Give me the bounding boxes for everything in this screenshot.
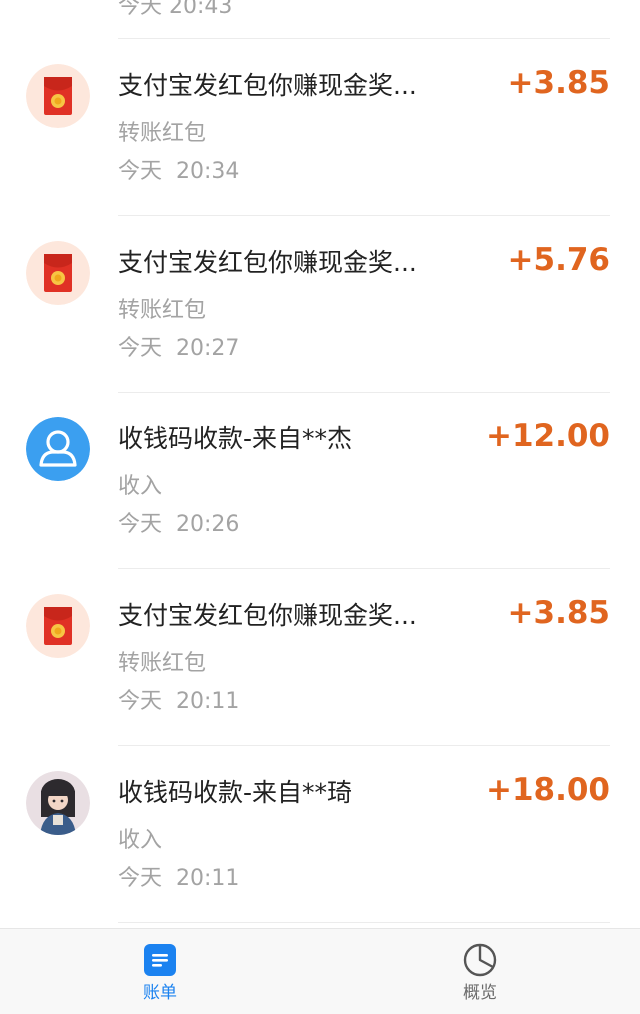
transaction-category: 收入 [118,474,163,499]
transaction-time: 20:11 [176,866,240,891]
list-divider [118,922,610,923]
list-item[interactable]: 收钱码收款-来自**琦 +18.00 收入 今天 20:11 [0,746,640,923]
profile-photo-avatar [26,771,90,835]
transaction-title: 收钱码收款-来自**琦 [118,778,353,807]
default-user-avatar-icon [26,417,90,481]
transaction-day: 今天 [118,689,163,714]
tab-bill[interactable]: 账单 [0,929,320,1014]
list-item[interactable]: 支付宝发红包你赚现金奖... +5.76 转账红包 今天 20:27 [0,216,640,393]
list-item[interactable]: 收钱码收款-来自**杰 +12.00 收入 今天 20:26 [0,392,640,569]
transaction-category: 收入 [118,828,163,853]
transaction-time: 20:27 [176,336,240,361]
red-envelope-icon [26,594,90,658]
transaction-title: 支付宝发红包你赚现金奖... [118,248,417,277]
transaction-time: 20:11 [176,689,240,714]
red-envelope-icon [26,241,90,305]
transaction-time: 20:26 [176,512,240,537]
transaction-amount: +3.85 [507,595,610,631]
transaction-date: 今天 20:43 [118,0,233,19]
transaction-time: 20:34 [176,159,240,184]
list-item[interactable]: 支付宝发红包你赚现金奖... +3.85 转账红包 今天 20:11 [0,569,640,746]
transaction-date: 今天 20:11 [118,864,253,894]
bottom-tab-bar: 账单 概览 [0,928,640,1014]
transaction-amount: +18.00 [485,772,610,808]
transaction-day: 今天 [118,159,163,184]
bill-icon [143,943,177,977]
transaction-title: 支付宝发红包你赚现金奖... [118,71,417,100]
list-item-partial[interactable]: 今天 20:43 [0,0,640,38]
transaction-day: 今天 [118,512,163,537]
tab-overview-label: 概览 [463,983,497,1003]
transaction-category: 转账红包 [118,121,207,146]
list-item[interactable]: 支付宝发红包你赚现金奖... +3.85 转账红包 今天 20:34 [0,39,640,216]
bill-list-screen: 今天 20:43 支付宝发红包你赚现金奖... +3.85 转账红包 今天 20:… [0,0,640,1014]
transaction-list[interactable]: 今天 20:43 支付宝发红包你赚现金奖... +3.85 转账红包 今天 20:… [0,0,640,928]
transaction-amount: +5.76 [507,242,610,278]
pie-chart-icon [463,943,497,977]
transaction-day: 今天 [118,866,163,891]
transaction-title: 收钱码收款-来自**杰 [118,424,353,453]
red-envelope-icon [26,64,90,128]
transaction-day: 今天 [118,336,163,361]
transaction-category: 转账红包 [118,298,207,323]
transaction-amount: +3.85 [507,65,610,101]
transaction-date: 今天 20:27 [118,334,253,364]
transaction-title: 支付宝发红包你赚现金奖... [118,601,417,630]
transaction-date: 今天 20:11 [118,687,253,717]
transaction-amount: +12.00 [485,418,610,454]
transaction-category: 转账红包 [118,651,207,676]
transaction-date: 今天 20:34 [118,157,253,187]
tab-bill-label: 账单 [143,983,177,1003]
transaction-date: 今天 20:26 [118,510,253,540]
tab-overview[interactable]: 概览 [320,929,640,1014]
